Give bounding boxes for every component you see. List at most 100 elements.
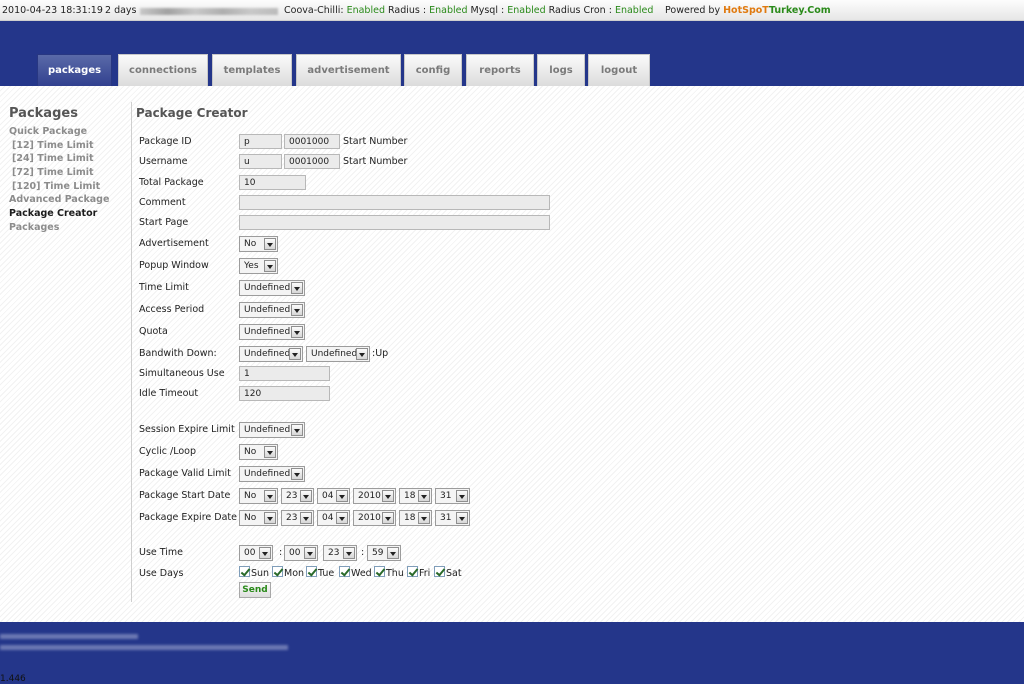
day-label-fri: Fri [419,568,431,579]
chevron-down-icon [259,547,271,559]
tab-config[interactable]: config [404,54,462,86]
send-button[interactable]: Send [239,582,271,598]
advertisement-select[interactable]: No [239,236,278,252]
comment-input[interactable] [239,195,550,210]
chevron-down-icon [336,490,348,502]
checkbox-sun[interactable] [239,566,250,577]
sidebar-item-120-time-limit[interactable]: [120] Time Limit [9,180,129,194]
access-period-select[interactable]: Undefined [239,302,305,318]
simultaneous-use-input[interactable] [239,366,330,381]
label-quota: Quota [139,326,168,337]
service-status: Coova-Chilli: Enabled Radius : Enabled M… [284,5,654,16]
chevron-down-icon [382,490,394,502]
checkbox-sat[interactable] [434,566,445,577]
use-time-to-minute-select[interactable]: 59 [367,545,401,561]
label-package-valid-limit: Package Valid Limit [139,468,231,479]
sidebar-item-12-time-limit[interactable]: [12] Time Limit [9,139,129,153]
chevron-down-icon [387,547,399,559]
checkbox-thu[interactable] [374,566,385,577]
label-use-time: Use Time [139,547,184,558]
sidebar-item-72-time-limit[interactable]: [72] Time Limit [9,166,129,180]
checkbox-mon[interactable] [272,566,283,577]
chevron-down-icon [291,326,303,338]
day-label-sun: Sun [251,568,270,579]
day-label-tue: Tue [318,568,335,579]
start-month-select[interactable]: 04 [317,488,350,504]
sidebar-item-advanced-package[interactable]: Advanced Package [9,193,129,207]
chevron-down-icon [264,260,276,272]
tab-packages[interactable]: packages [37,54,112,86]
start-year-select[interactable]: 2010 [353,488,396,504]
use-time-from-hour-select[interactable]: 00 [239,545,273,561]
expire-minute-select[interactable]: 31 [435,510,470,526]
package-id-suffix: Start Number [343,136,408,147]
bandwidth-up-select[interactable]: Undefined [306,346,370,362]
expire-date-enabled-select[interactable]: No [239,510,278,526]
expire-year-select[interactable]: 2010 [353,510,396,526]
blurred-hostname [140,6,278,17]
chevron-down-icon [300,490,312,502]
username-prefix-input[interactable] [239,154,282,169]
tab-reports[interactable]: reports [466,54,534,86]
start-minute-select[interactable]: 31 [435,488,470,504]
expire-day-select[interactable]: 23 [281,510,314,526]
chevron-down-icon [264,446,276,458]
header: packages connections templates advertise… [0,21,1024,86]
label-package-start-date: Package Start Date [139,490,231,501]
checkbox-fri[interactable] [407,566,418,577]
page-title: Package Creator [136,106,248,120]
chevron-down-icon [264,512,276,524]
sidebar-item-package-creator[interactable]: Package Creator [9,207,129,221]
label-package-expire-date: Package Expire Date [139,512,237,523]
label-use-days: Use Days [139,568,184,579]
cyclic-loop-select[interactable]: No [239,444,278,460]
start-hour-select[interactable]: 18 [399,488,432,504]
use-time-to-hour-select[interactable]: 23 [323,545,357,561]
tab-templates[interactable]: templates [212,54,292,86]
idle-timeout-input[interactable] [239,386,330,401]
label-simultaneous-use: Simultaneous Use [139,368,225,379]
label-idle-timeout: Idle Timeout [139,388,199,399]
tab-advertisement[interactable]: advertisement [296,54,401,86]
version: 1.446 [0,674,26,684]
chevron-down-icon [264,490,276,502]
tab-logs[interactable]: logs [537,54,585,86]
checkbox-wed[interactable] [339,566,350,577]
sidebar-item-quick-package[interactable]: Quick Package [9,125,129,139]
sidebar-item-packages[interactable]: Packages [9,221,129,235]
checkbox-tue[interactable] [306,566,317,577]
time-limit-select[interactable]: Undefined [239,280,305,296]
package-id-prefix-input[interactable] [239,134,282,149]
label-comment: Comment [139,197,186,208]
datetime: 2010-04-23 18:31:19 [2,5,103,16]
tab-connections[interactable]: connections [118,54,208,86]
start-date-enabled-select[interactable]: No [239,488,278,504]
popup-window-select[interactable]: Yes [239,258,278,274]
label-session-expire-limit: Session Expire Limit [139,424,235,435]
chevron-down-icon [300,512,312,524]
chevron-down-icon [291,304,303,316]
expire-month-select[interactable]: 04 [317,510,350,526]
chevron-down-icon [418,490,430,502]
total-package-input[interactable] [239,175,306,190]
package-id-number-input[interactable] [284,134,340,149]
bandwidth-down-select[interactable]: Undefined [239,346,303,362]
label-time-limit: Time Limit [139,282,189,293]
sidebar-item-24-time-limit[interactable]: [24] Time Limit [9,152,129,166]
brand-logo: HotSpoT [723,5,769,16]
expire-hour-select[interactable]: 18 [399,510,432,526]
label-total-package: Total Package [139,177,204,188]
tab-logout[interactable]: logout [588,54,650,86]
chevron-down-icon [291,282,303,294]
bandwidth-up-suffix: :Up [372,348,389,359]
quota-select[interactable]: Undefined [239,324,305,340]
use-time-from-minute-select[interactable]: 00 [284,545,318,561]
chevron-down-icon [304,547,316,559]
chevron-down-icon [291,468,303,480]
start-page-input[interactable] [239,215,550,230]
start-day-select[interactable]: 23 [281,488,314,504]
username-number-input[interactable] [284,154,340,169]
package-valid-limit-select[interactable]: Undefined [239,466,305,482]
session-expire-limit-select[interactable]: Undefined [239,422,305,438]
footer: 1.446 [0,622,1024,684]
